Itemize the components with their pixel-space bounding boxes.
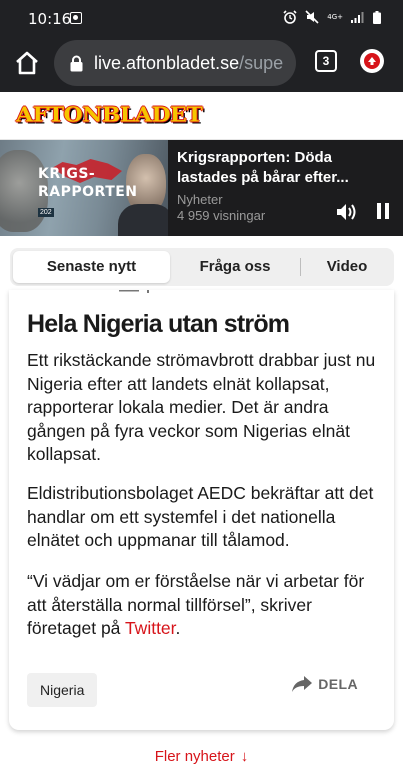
photo-notification-icon: [70, 12, 82, 24]
thumbnail-figure: [118, 204, 168, 236]
paragraph-text: .: [175, 618, 181, 638]
volume-icon[interactable]: [336, 202, 358, 222]
address-bar[interactable]: live.aftonbladet.se/supe: [54, 40, 296, 86]
article-card: Hela Nigeria utan ström Ett rikstäckande…: [9, 290, 394, 730]
site-header: AFTONBLADET: [0, 92, 403, 140]
share-button[interactable]: DELA: [291, 675, 358, 693]
browser-toolbar: live.aftonbladet.se/supe 3: [0, 36, 403, 92]
url-text: live.aftonbladet.se/supe: [94, 53, 283, 74]
status-bar: 10:16 4G+: [0, 0, 403, 36]
feed-tabs: Senaste nytt Fråga oss Video: [10, 248, 394, 286]
battery-icon: [373, 10, 381, 24]
lock-icon: [70, 55, 83, 72]
paragraph-text: “Vi vädjar om er förståelse när vi arbet…: [27, 571, 365, 638]
tag-chip[interactable]: Nigeria: [27, 673, 98, 707]
status-time: 10:16: [28, 10, 72, 28]
article-paragraph: Eldistributionsbolaget AEDC bekräftar at…: [27, 483, 374, 550]
tab-senaste-nytt[interactable]: Senaste nytt: [13, 251, 170, 283]
signal-icon: [351, 12, 364, 23]
thumbnail-title-line2: RAPPORTEN: [38, 184, 138, 200]
tab-video[interactable]: Video: [302, 251, 392, 283]
pause-icon[interactable]: [376, 203, 390, 219]
article-headline: Hela Nigeria utan ström: [27, 310, 290, 338]
card-top-fragment: [119, 290, 149, 293]
video-title[interactable]: Krigsrapporten: Döda lastades på bårar e…: [177, 148, 387, 188]
video-player[interactable]: KRIGS- RAPPORTEN 202 Krigsrapporten: Död…: [0, 140, 403, 236]
home-icon[interactable]: [12, 48, 42, 78]
twitter-link[interactable]: Twitter: [125, 618, 176, 638]
extension-icon: [368, 57, 376, 65]
mute-icon: [305, 10, 319, 24]
share-label: DELA: [318, 676, 358, 692]
share-arrow-icon: [292, 676, 313, 692]
thumbnail-year: 202: [38, 208, 54, 217]
alarm-icon: [283, 10, 297, 24]
more-news-label: Fler nyheter: [154, 748, 235, 765]
video-views: 4 959 visningar: [177, 208, 266, 223]
url-path: /supe: [239, 53, 284, 73]
more-news-link[interactable]: Fler nyheter ↓: [0, 748, 403, 765]
video-category: Nyheter: [177, 192, 223, 207]
thumbnail-title-line1: KRIGS-: [38, 166, 96, 182]
article-paragraph: “Vi vädjar om er förståelse när vi arbet…: [27, 570, 379, 641]
video-thumbnail[interactable]: KRIGS- RAPPORTEN 202: [0, 140, 168, 236]
extension-button[interactable]: [360, 49, 384, 73]
tab-fraga-oss[interactable]: Fråga oss: [172, 251, 298, 283]
tab-divider: [300, 258, 301, 276]
arrow-down-icon: ↓: [240, 748, 249, 765]
article-paragraph: Ett rikstäckande strömavbrott drabbar ju…: [27, 350, 376, 464]
url-host: live.aftonbladet.se: [94, 53, 240, 73]
network-4g-icon: 4G+: [327, 12, 343, 21]
site-logo[interactable]: AFTONBLADET: [16, 103, 203, 128]
status-icons: 4G+: [283, 10, 381, 24]
tab-switcher-button[interactable]: 3: [315, 50, 337, 72]
